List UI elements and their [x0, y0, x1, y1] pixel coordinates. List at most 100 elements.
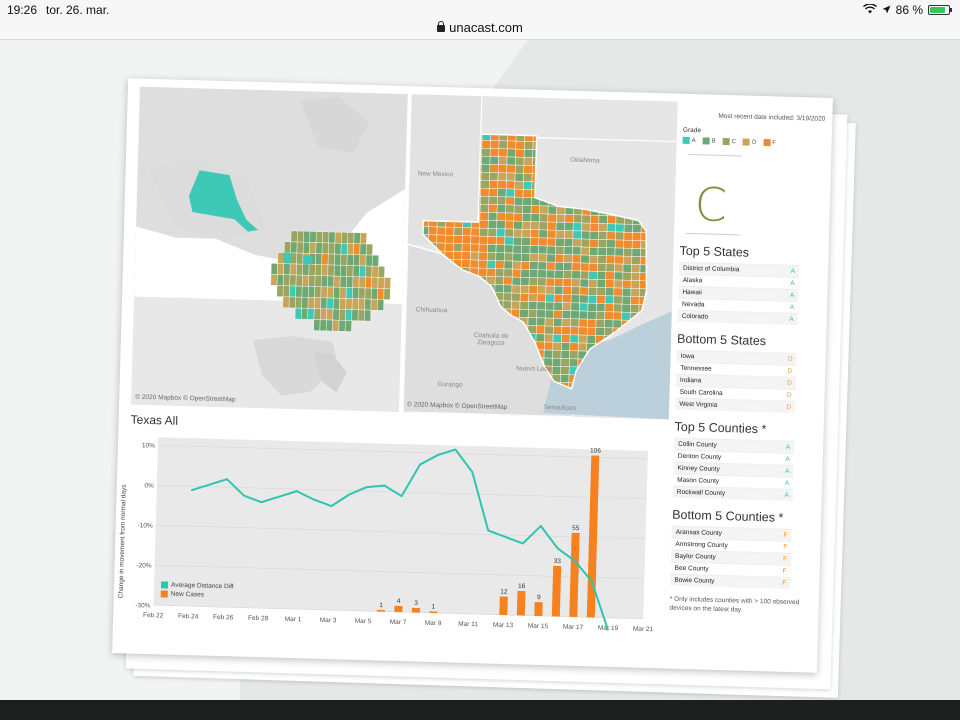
overall-grade: C — [694, 177, 728, 233]
bar-new-cases — [376, 609, 385, 612]
wifi-icon — [862, 3, 877, 17]
county-cell — [605, 255, 616, 265]
table-row[interactable]: West Virginia D — [675, 397, 796, 414]
row-grade: A — [785, 455, 790, 463]
row-grade: A — [789, 315, 794, 323]
chart-svg: 10% 0% -10% -20% -30% Feb 22 Feb 24 Feb 26 Feb 2… — [135, 437, 654, 633]
row-grade: A — [789, 291, 795, 299]
county-cell — [462, 227, 472, 237]
county-cell — [604, 319, 614, 329]
state-cell — [296, 230, 304, 243]
state-cell — [340, 243, 348, 255]
county-cell — [514, 172, 524, 182]
county-cell — [480, 171, 490, 181]
map-label-chihuahua: Chihuahua — [415, 306, 448, 315]
grade-legend-item[interactable]: D — [742, 138, 757, 146]
grade-legend-item[interactable]: F — [763, 139, 776, 147]
grades-panel: Most recent date included: 3/19/2020 Gra… — [669, 112, 825, 617]
county-cell — [606, 247, 616, 257]
state-cell — [334, 253, 342, 266]
y-tick-label: -30% — [135, 602, 151, 609]
bar-data-label: 33 — [554, 558, 562, 565]
y-tick-label: -20% — [136, 562, 152, 569]
legend-bar-item: New Cases — [160, 590, 234, 599]
address-bar[interactable]: unacast.com — [0, 20, 960, 40]
county-cell — [604, 303, 614, 313]
state-cell — [333, 275, 341, 288]
table-row[interactable]: Rockwall County A — [672, 485, 793, 501]
state-cell — [359, 243, 367, 256]
state-cell — [313, 319, 321, 331]
county-cell — [494, 284, 504, 294]
county-cell — [596, 295, 606, 304]
legend-line-label: Average Distance Diff — [170, 581, 234, 591]
county-cell — [595, 319, 605, 328]
movement-chart[interactable]: 10% 0% -10% -20% -30% Feb 22 Feb 24 Feb 26 Feb 2… — [118, 428, 660, 635]
state-cell — [282, 296, 290, 309]
county-cell — [528, 285, 538, 295]
state-cell — [352, 265, 360, 278]
state-cell — [339, 276, 347, 288]
state-cell — [358, 298, 366, 311]
table-row[interactable]: Colorado A — [677, 309, 798, 326]
us-map[interactable]: © 2020 Mapbox © OpenStreetMap — [131, 86, 408, 412]
county-cell — [631, 240, 642, 249]
county-cell — [615, 223, 625, 233]
county-cell — [569, 326, 580, 336]
us-map-graphic — [131, 86, 408, 412]
county-cell — [505, 204, 515, 214]
table-row[interactable]: Bowie County F — [670, 573, 791, 589]
county-cell — [569, 358, 579, 368]
grade-legend-item[interactable]: A — [682, 136, 696, 144]
state-cell — [326, 308, 334, 321]
grade-legend-item[interactable]: B — [702, 137, 716, 145]
county-cell — [505, 188, 515, 198]
county-cell — [538, 237, 548, 247]
county-cell — [563, 262, 573, 271]
county-cell — [507, 140, 517, 150]
county-cell — [523, 173, 533, 182]
county-cell — [586, 326, 597, 336]
county-cell — [597, 239, 608, 248]
county-cell — [461, 259, 471, 269]
row-name: Colorado — [681, 312, 709, 321]
county-cell — [630, 280, 640, 289]
bottom-counties-title: Bottom 5 Counties * — [671, 507, 784, 525]
county-cell — [497, 172, 507, 182]
state-cell — [334, 242, 342, 255]
county-cell — [489, 156, 499, 165]
county-cell — [520, 285, 530, 294]
county-cell — [544, 317, 554, 327]
county-cell — [537, 261, 547, 271]
state-cell — [371, 254, 379, 267]
row-name: Denton County — [677, 452, 722, 461]
state-cell — [326, 286, 334, 299]
state-cell — [340, 254, 348, 266]
row-name: Mason County — [677, 476, 720, 485]
county-cell — [453, 227, 463, 236]
state-cell — [321, 264, 329, 277]
row-grade: F — [783, 543, 788, 551]
state-cell — [325, 319, 333, 332]
county-cell — [631, 256, 641, 265]
dashboard-card: © 2020 Mapbox © OpenStreetMap New Mexico… — [112, 78, 833, 673]
state-cell-colorado — [303, 255, 313, 265]
texas-map[interactable]: New Mexico Oklahoma Chihuahua Coahuila d… — [402, 94, 678, 420]
x-tick-label: Mar 13 — [493, 622, 514, 630]
county-cell — [581, 214, 591, 224]
county-cell — [503, 276, 513, 286]
county-cell — [560, 374, 570, 383]
state-cell — [301, 307, 309, 320]
top-counties-table: Collin County A Denton County A Kinney Count… — [672, 437, 795, 501]
row-grade: A — [790, 267, 796, 275]
bar-new-cases — [516, 590, 526, 616]
county-cell — [586, 334, 596, 344]
county-cell — [562, 294, 572, 303]
county-cell — [478, 267, 488, 277]
county-cell — [563, 246, 573, 255]
grade-legend-item[interactable]: C — [722, 137, 737, 146]
county-cell — [488, 196, 498, 205]
bar-data-label: 4 — [397, 598, 401, 605]
county-cell — [588, 262, 598, 272]
state-cell — [309, 242, 317, 254]
